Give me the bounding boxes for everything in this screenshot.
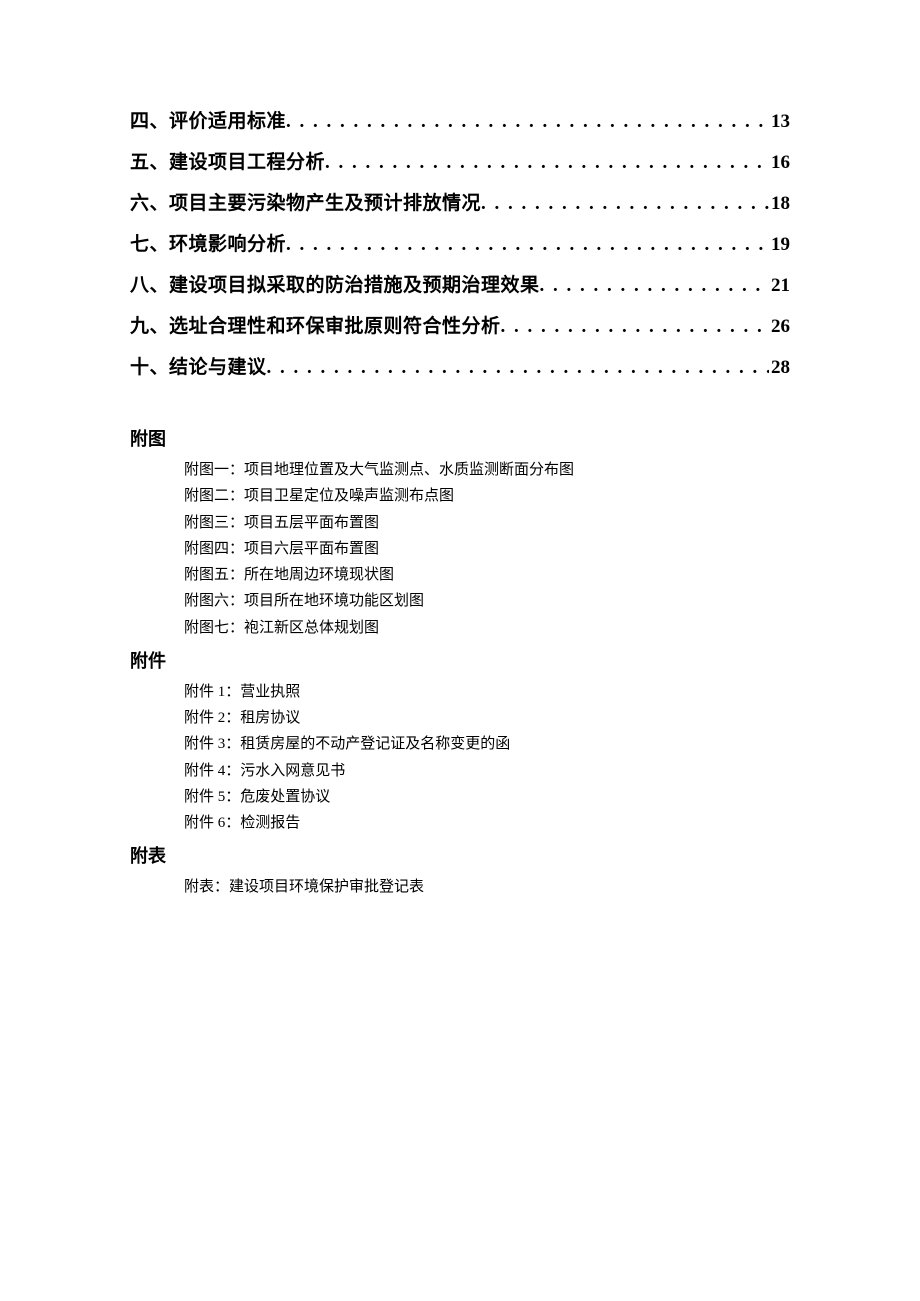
toc-leader-dots: [325, 153, 769, 172]
list-item: 附图三：项目五层平面布置图: [184, 510, 790, 536]
item-number: 附件 2：: [184, 710, 240, 726]
item-text: 租赁房屋的不动产登记证及名称变更的函: [240, 736, 510, 752]
list-item: 附图六：项目所在地环境功能区划图: [184, 588, 790, 614]
list-item: 附图二：项目卫星定位及噪声监测布点图: [184, 483, 790, 509]
toc-entry: 七、环境影响分析 19: [130, 235, 790, 254]
toc-entry: 四、评价适用标准 13: [130, 112, 790, 131]
item-number: 附件 5：: [184, 789, 240, 805]
item-text: 租房协议: [240, 710, 300, 726]
toc-title: 十、结论与建议: [130, 358, 267, 377]
fubiao-list: 附表：建设项目环境保护审批登记表: [184, 874, 790, 900]
toc-leader-dots: [501, 317, 769, 336]
toc-title: 五、建设项目工程分析: [130, 153, 325, 172]
item-text: 检测报告: [240, 815, 300, 831]
toc-title: 四、评价适用标准: [130, 112, 286, 131]
futu-list: 附图一：项目地理位置及大气监测点、水质监测断面分布图 附图二：项目卫星定位及噪声…: [184, 457, 790, 641]
item-number: 附件 1：: [184, 684, 240, 700]
toc-entry: 五、建设项目工程分析 16: [130, 153, 790, 172]
list-item: 附件 2：租房协议: [184, 705, 790, 731]
fujian-list: 附件 1：营业执照 附件 2：租房协议 附件 3：租赁房屋的不动产登记证及名称变…: [184, 679, 790, 837]
toc-leader-dots: [286, 112, 769, 131]
section-heading-futu: 附图: [130, 425, 790, 451]
toc-page-number: 18: [769, 194, 790, 213]
list-item: 附表：建设项目环境保护审批登记表: [184, 874, 790, 900]
list-item: 附图七：袍江新区总体规划图: [184, 615, 790, 641]
section-heading-fubiao: 附表: [130, 842, 790, 868]
toc-leader-dots: [267, 358, 769, 377]
toc-page-number: 26: [769, 317, 790, 336]
item-number: 附件 3：: [184, 736, 240, 752]
toc-page-number: 21: [769, 276, 790, 295]
item-text: 污水入网意见书: [240, 763, 345, 779]
toc-page-number: 28: [769, 358, 790, 377]
item-text: 危废处置协议: [240, 789, 330, 805]
item-number: 附件 6：: [184, 815, 240, 831]
toc-entry: 十、结论与建议 28: [130, 358, 790, 377]
toc-entry: 六、项目主要污染物产生及预计排放情况 18: [130, 194, 790, 213]
list-item: 附件 4：污水入网意见书: [184, 758, 790, 784]
item-number: 附件 4：: [184, 763, 240, 779]
toc-title: 九、选址合理性和环保审批原则符合性分析: [130, 317, 501, 336]
list-item: 附图五：所在地周边环境现状图: [184, 562, 790, 588]
table-of-contents: 四、评价适用标准 13 五、建设项目工程分析 16 六、项目主要污染物产生及预计…: [130, 112, 790, 377]
list-item: 附件 1：营业执照: [184, 679, 790, 705]
toc-leader-dots: [540, 276, 769, 295]
toc-leader-dots: [481, 194, 769, 213]
toc-title: 七、环境影响分析: [130, 235, 286, 254]
list-item: 附图一：项目地理位置及大气监测点、水质监测断面分布图: [184, 457, 790, 483]
toc-page-number: 16: [769, 153, 790, 172]
item-text: 营业执照: [240, 684, 300, 700]
toc-page-number: 13: [769, 112, 790, 131]
list-item: 附件 3：租赁房屋的不动产登记证及名称变更的函: [184, 731, 790, 757]
list-item: 附件 5：危废处置协议: [184, 784, 790, 810]
list-item: 附图四：项目六层平面布置图: [184, 536, 790, 562]
toc-title: 八、建设项目拟采取的防治措施及预期治理效果: [130, 276, 540, 295]
toc-title: 六、项目主要污染物产生及预计排放情况: [130, 194, 481, 213]
section-heading-fujian: 附件: [130, 647, 790, 673]
list-item: 附件 6：检测报告: [184, 810, 790, 836]
toc-entry: 八、建设项目拟采取的防治措施及预期治理效果 21: [130, 276, 790, 295]
toc-page-number: 19: [769, 235, 790, 254]
toc-entry: 九、选址合理性和环保审批原则符合性分析 26: [130, 317, 790, 336]
toc-leader-dots: [286, 235, 769, 254]
